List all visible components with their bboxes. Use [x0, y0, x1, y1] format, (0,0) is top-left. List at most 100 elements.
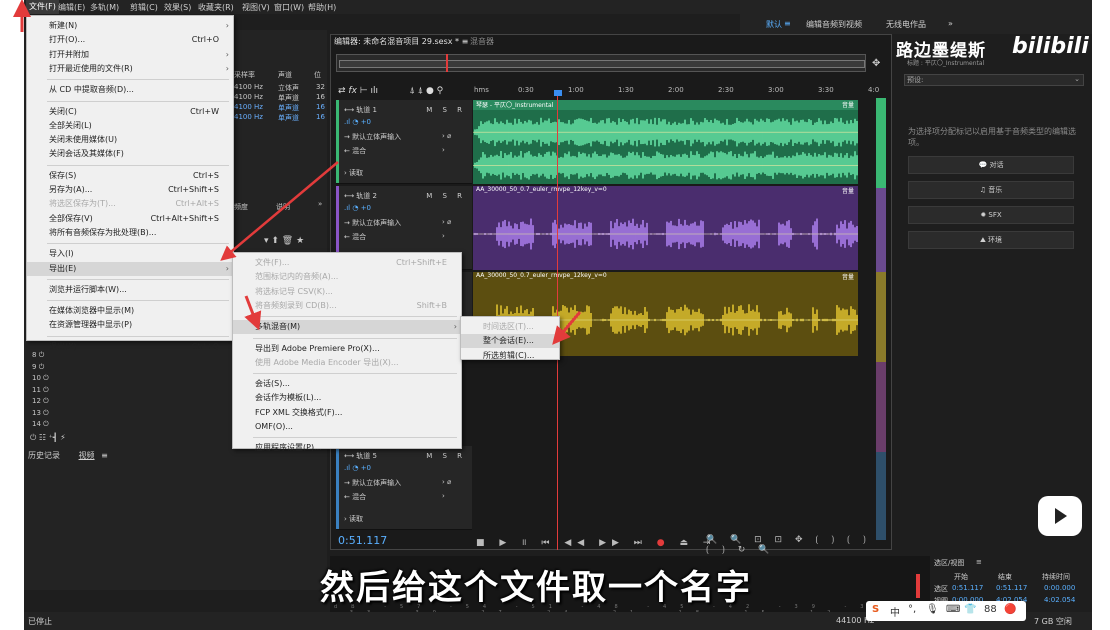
- workspace-radio[interactable]: 无线电作品: [886, 19, 926, 30]
- file-cell-ch[interactable]: 立体声: [278, 83, 299, 93]
- export-menu-item[interactable]: 文件(F)... Ctrl+Shift+E: [233, 256, 461, 270]
- file-cell-rate[interactable]: 4100 Hz: [234, 83, 263, 91]
- workspace-menu-icon[interactable]: ≡: [784, 19, 791, 28]
- power-icon[interactable]: ⏻: [41, 420, 49, 428]
- export-menu-item[interactable]: 使用 Adobe Media Encoder 导出(X)...: [233, 356, 461, 370]
- file-menu-item[interactable]: 在媒体浏览器中显示(M): [27, 304, 233, 318]
- file-cell-bits[interactable]: 16: [316, 93, 325, 101]
- zoom-navigator-icon[interactable]: ✥: [872, 58, 880, 69]
- ime-keyboard-icon[interactable]: ⌨: [946, 604, 960, 615]
- track-list-toolbar[interactable]: ⏻ ☷ ⁺┫ ⚡: [30, 433, 66, 443]
- ime-punct-icon[interactable]: °,: [908, 604, 916, 615]
- export-menu-item[interactable]: 多轨混音(M) ›: [233, 320, 461, 335]
- preset-select[interactable]: 预设: ⌄: [904, 74, 1084, 86]
- file-menu-item[interactable]: 关闭(C) Ctrl+W: [27, 105, 233, 119]
- track-input-select[interactable]: → 默认立体声输入› ⌀: [344, 218, 464, 228]
- view-duration[interactable]: 4:02.054: [1044, 596, 1075, 604]
- playhead-handle[interactable]: [554, 90, 562, 96]
- file-menu-item[interactable]: 关闭未使用媒体(U): [27, 133, 233, 147]
- file-menu-item[interactable]: 打开最近使用的文件(R) ›: [27, 62, 233, 76]
- menu-window[interactable]: 窗口(W): [274, 2, 304, 13]
- track-volume[interactable]: .ıl ◔ +0: [344, 464, 371, 472]
- panel-more-icon[interactable]: »: [318, 200, 322, 208]
- track-list-row[interactable]: 12 ⏻: [32, 397, 49, 406]
- mix-menu-item[interactable]: 整个会话(E)...: [461, 334, 559, 349]
- file-cell-rate[interactable]: 4100 Hz: [234, 113, 263, 121]
- menu-help[interactable]: 帮助(H): [308, 2, 336, 13]
- ime-skin-icon[interactable]: 👕: [964, 604, 976, 615]
- ime-chinese-mode[interactable]: 中: [890, 604, 900, 619]
- menu-clip[interactable]: 剪辑(C): [130, 2, 158, 13]
- track-output-select[interactable]: ← 混合›: [344, 492, 464, 502]
- editor-toolbar[interactable]: ⇄ fx ⊢ ılı ⍋ ⍋ ● ⚲: [338, 86, 443, 96]
- ime-voice-icon[interactable]: 🎙: [926, 604, 939, 615]
- export-menu-item[interactable]: FCP XML 交换格式(F)...: [233, 406, 461, 420]
- ime-sogou-icon[interactable]: 🔴: [1004, 604, 1016, 615]
- mix-menu-item[interactable]: 时间选区(T)...: [461, 320, 559, 334]
- track-list-row[interactable]: 14 ⏻: [32, 420, 49, 429]
- tab-menu-icon[interactable]: ≡: [101, 451, 108, 460]
- sel-duration[interactable]: 0:00.000: [1044, 584, 1075, 592]
- file-menu-item[interactable]: 另存为(A)... Ctrl+Shift+S: [27, 183, 233, 197]
- clip-header[interactable]: AA_30000_50_0.7_euler_rmvpe_12key_v=0 音量: [473, 272, 858, 282]
- ime-toolbar[interactable]: S 中 °, 🎙 ⌨ 👕 88 🔴: [866, 601, 1026, 621]
- file-menu-item[interactable]: 全部关闭(L): [27, 119, 233, 133]
- file-menu-item[interactable]: 关闭会话及其媒体(F): [27, 147, 233, 161]
- power-icon[interactable]: ⏻: [41, 409, 49, 417]
- file-cell-ch[interactable]: 单声道: [278, 113, 299, 123]
- file-menu-item[interactable]: 浏览并运行脚本(W)...: [27, 283, 233, 297]
- tab-video[interactable]: 视频: [79, 451, 95, 460]
- file-cell-rate[interactable]: 4100 Hz: [234, 103, 263, 111]
- dialogue-button[interactable]: 💬 对话: [908, 156, 1074, 174]
- track-automation-select[interactable]: › 读取: [344, 514, 363, 524]
- track-lane[interactable]: AA_30000_50_0.7_euler_rmvpe_12key_v=0 音量: [473, 186, 858, 270]
- workspace-more-icon[interactable]: »: [948, 19, 953, 28]
- file-menu-item[interactable]: 从 CD 中提取音频(D)...: [27, 83, 233, 97]
- track-header[interactable]: ⟷ 轨道 1 M S R .ıl ◔ +0 → 默认立体声输入 › ⌀ ← 混合 › › 读取: [336, 100, 472, 184]
- power-icon[interactable]: ⏻: [41, 397, 49, 405]
- tab-history[interactable]: 历史记录: [28, 451, 60, 460]
- track-list-row[interactable]: 13 ⏻: [32, 409, 49, 418]
- menu-effects[interactable]: 效果(S): [164, 2, 191, 13]
- mix-menu-item[interactable]: 所选剪辑(C)...: [461, 349, 559, 363]
- time-ruler[interactable]: hms 0:30 1:00 1:30 2:00 2:30 3:00 3:30 4:0: [474, 84, 879, 98]
- sel-end[interactable]: 0:51.117: [996, 584, 1027, 592]
- file-cell-ch[interactable]: 单声道: [278, 93, 299, 103]
- file-menu-item[interactable]: 退出(X) Ctrl+Q: [27, 340, 233, 354]
- ime-logo-icon[interactable]: S: [872, 604, 879, 615]
- file-cell-bits[interactable]: 16: [316, 113, 325, 121]
- file-menu-item[interactable]: 在资源管理器中显示(P): [27, 318, 233, 332]
- track-lane[interactable]: 琴瑟 - 平仄〇_Instrumental 音量: [473, 100, 858, 184]
- transport-controls[interactable]: ■ ▶ ॥ ⏮ ◀◀ ▶▶ ⏭ ● ⏏ ⇥ 🔍 🔍 ⊡ ⊡ ✥ ⟮ ⟯ ⟮ ⟯ …: [336, 532, 886, 555]
- file-menu-item[interactable]: 将所有音频保存为批处理(B)...: [27, 226, 233, 240]
- export-menu-item[interactable]: 导出到 Adobe Premiere Pro(X)...: [233, 342, 461, 356]
- track-header[interactable]: ⟷ 轨道 5M S R .ıl ◔ +0 → 默认立体声输入 › ⌀ ← 混合 › › 读取: [336, 446, 472, 530]
- file-cell-bits[interactable]: 16: [316, 103, 325, 111]
- file-menu-item[interactable]: 导入(I) ›: [27, 247, 233, 261]
- import-icon[interactable]: ▾ ⬆ 🗑 ★: [264, 236, 304, 246]
- export-menu-item[interactable]: OMF(O)...: [233, 420, 461, 434]
- file-menu-item[interactable]: 保存(S) Ctrl+S: [27, 169, 233, 183]
- export-menu-item[interactable]: 会话(S)...: [233, 377, 461, 391]
- power-icon[interactable]: ⏻: [36, 363, 45, 371]
- ambience-button[interactable]: ⛰ 环境: [908, 231, 1074, 249]
- file-menu-item[interactable]: 打开(O)... Ctrl+O: [27, 33, 233, 47]
- track-volume[interactable]: .ıl ◔ +0: [344, 204, 371, 212]
- menu-multitrack[interactable]: 多轨(M): [90, 2, 119, 13]
- track-output-select[interactable]: ← 混合›: [344, 232, 464, 242]
- menu-edit[interactable]: 编辑(E): [58, 2, 85, 13]
- workspace-edit-audio[interactable]: 编辑音频到视频: [806, 19, 862, 30]
- menu-view[interactable]: 视图(V): [242, 2, 270, 13]
- menu-file[interactable]: 文件(F): [26, 0, 59, 14]
- track-name[interactable]: ⟷ 轨道 2: [344, 191, 377, 201]
- file-menu-item[interactable]: 将选区保存为(T)... Ctrl+Alt+S: [27, 197, 233, 211]
- menu-favorites[interactable]: 收藏夹(R): [198, 2, 234, 13]
- track-list-row[interactable]: 9 ⏻: [32, 363, 44, 372]
- track-automation-select[interactable]: › 读取: [344, 168, 363, 178]
- workspace-default[interactable]: 默认: [766, 19, 782, 30]
- file-menu-item[interactable]: 全部保存(V) Ctrl+Alt+Shift+S: [27, 212, 233, 226]
- export-menu-item[interactable]: 范围标记内的音频(A)...: [233, 270, 461, 284]
- power-icon[interactable]: ⏻: [41, 374, 49, 382]
- track-volume[interactable]: .ıl ◔ +0: [344, 118, 371, 126]
- overview-bar[interactable]: [336, 54, 866, 72]
